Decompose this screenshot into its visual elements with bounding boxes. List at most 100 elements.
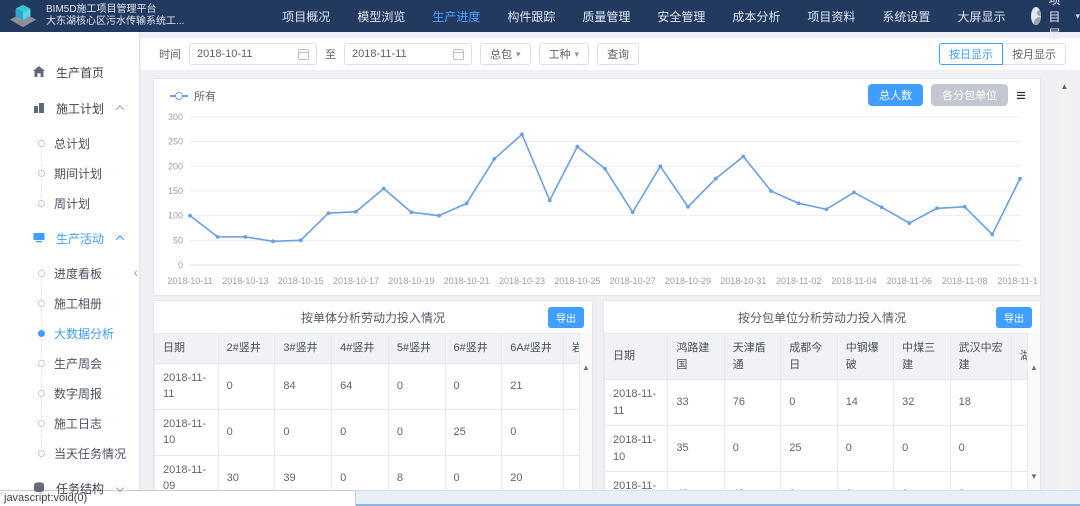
y-tick-label: 50 — [173, 235, 183, 245]
table-cell: 84 — [274, 362, 333, 410]
scroll-up-icon[interactable]: ▲ — [1028, 333, 1040, 372]
chevron-down-icon: ▾ — [1075, 10, 1080, 21]
table-cell: 0 — [949, 425, 1012, 472]
nav-item-生产进度[interactable]: 生产进度 — [432, 8, 480, 25]
data-point — [879, 205, 884, 210]
sidebar-subitem-施工日志[interactable]: 施工日志 — [0, 408, 139, 438]
nav-item-大屏显示[interactable]: 大屏显示 — [957, 8, 1005, 25]
sidebar-item-label: 施工计划 — [56, 101, 105, 116]
nav-item-项目概况[interactable]: 项目概况 — [282, 8, 330, 25]
column-header: 中煤三建 — [893, 333, 951, 380]
per-subcontractor-table-card: 按分包单位分析劳动力投入情况 导出 日期 鸿路建国 天津盾通 成都今日 中钢爆破 中煤三建… — [603, 300, 1041, 496]
data-point — [713, 176, 718, 181]
data-point — [188, 213, 192, 218]
sidebar-subitem-进度看板[interactable]: 进度看板 — [0, 258, 139, 288]
x-tick-label: 2018-10-15 — [278, 276, 324, 286]
sidebar-subitem-施工相册[interactable]: 施工相册 — [0, 288, 139, 318]
table-row: 2018-11-11 0 84 64 0 0 21 — [154, 362, 592, 410]
table-header-row: 日期 2#竖井 3#竖井 4#竖井 5#竖井 6#竖井 6A#竖井岩 — [154, 333, 592, 364]
x-tick-label: 2018-11-04 — [831, 276, 876, 286]
chevron-up-icon — [115, 235, 125, 244]
sidebar-subitem-生产周会[interactable]: 生产周会 — [0, 348, 139, 378]
sidebar-subitem-总计划[interactable]: 总计划 — [0, 128, 139, 158]
data-point — [298, 238, 303, 243]
by-day-button[interactable]: 按日显示 — [939, 43, 1003, 65]
x-tick-label: 2018-10-27 — [610, 276, 656, 286]
x-tick-label: 2018-10-29 — [665, 276, 711, 286]
nav-item-项目资料[interactable]: 项目资料 — [807, 8, 855, 25]
user-menu[interactable]: 项目层 ▾ — [1031, 0, 1080, 42]
nav-item-构件跟踪[interactable]: 构件跟踪 — [507, 8, 555, 25]
nav-item-质量管理[interactable]: 质量管理 — [582, 8, 630, 25]
column-header: 4#竖井 — [331, 333, 389, 364]
chart-menu-icon[interactable]: ≡ — [1016, 87, 1026, 104]
nav-item-系统设置[interactable]: 系统设置 — [882, 8, 930, 25]
general-contractor-dropdown[interactable]: 总包 ▾ — [480, 43, 531, 65]
legend-item-all[interactable]: 所有 — [170, 88, 216, 104]
x-tick-label: 2018-11-10 — [997, 276, 1038, 286]
user-menu-label: 项目层 — [1048, 0, 1061, 41]
chevron-down-icon: ▾ — [516, 48, 521, 59]
sidebar-subitem-大数据分析[interactable]: 大数据分析 — [0, 318, 139, 348]
sidebar-item-施工计划[interactable]: 施工计划 — [0, 90, 139, 126]
scroll-down-icon[interactable]: ▼ — [1028, 472, 1040, 481]
total-people-button[interactable]: 总人数 — [868, 84, 924, 106]
by-month-button[interactable]: 按月显示 — [1002, 43, 1066, 65]
data-point — [658, 164, 663, 169]
labor-line-chart: 0 50 100 150 200 250 300 2018-10-11 2018-10-13 20… — [167, 112, 1042, 286]
y-tick-label: 300 — [168, 112, 183, 122]
scroll-up-icon[interactable]: ▲ — [580, 333, 592, 372]
table-cell: 0 — [893, 425, 951, 472]
work-type-dropdown[interactable]: 工种 ▾ — [538, 43, 590, 65]
to-label: 至 — [325, 49, 336, 61]
scroll-up-icon[interactable]: ▲ — [1058, 78, 1071, 91]
table-cell: 76 — [723, 379, 782, 426]
table-cell: 0 — [331, 408, 389, 456]
legend-label: 所有 — [194, 91, 216, 103]
table-cell: 2018-11-11 — [154, 362, 219, 410]
main-nav: 项目概况 模型浏览 生产进度 构件跟踪 质量管理 安全管理 成本分析 项目资料 系统设置 大屏显示 — [282, 8, 1005, 25]
column-header: 3#竖井 — [274, 333, 333, 364]
x-tick-label: 2018-10-23 — [499, 276, 545, 286]
table-cell: 2018-11-10 — [154, 408, 219, 456]
sidebar-item-任务结构[interactable]: 任务结构 — [0, 470, 139, 506]
nav-item-成本分析[interactable]: 成本分析 — [732, 8, 780, 25]
subcontractor-units-button[interactable]: 各分包单位 — [931, 84, 1009, 106]
sidebar-item-生产首页[interactable]: 生产首页 — [0, 54, 139, 90]
page-scrollbar[interactable]: ▲ — [1058, 78, 1071, 490]
table-cell: 0 — [387, 362, 446, 410]
data-point — [271, 239, 275, 244]
sidebar-subitem-当天任务情况[interactable]: 当天任务情况 — [0, 438, 139, 468]
date-from-input[interactable]: 2018-10-11 — [189, 43, 317, 65]
left-export-button[interactable]: 导出 — [548, 307, 584, 328]
left-table-scrollbar[interactable]: ▲ — [579, 333, 592, 495]
sidebar-item-label: 生产首页 — [56, 65, 105, 80]
plan-icon — [32, 101, 46, 115]
nav-item-模型浏览[interactable]: 模型浏览 — [357, 8, 405, 25]
table-cell: 25 — [780, 425, 838, 472]
date-to-input[interactable]: 2018-11-11 — [344, 43, 472, 65]
data-point — [409, 210, 414, 215]
project-subtitle: 大东湖核心区污水传输系统工... — [46, 16, 185, 27]
data-point — [796, 201, 801, 206]
x-tick-label: 2018-10-21 — [444, 276, 490, 286]
table-cell: 0 — [217, 408, 276, 456]
sidebar-subitem-期间计划[interactable]: 期间计划 — [0, 158, 139, 188]
column-header: 6A#竖井 — [501, 333, 564, 364]
table-row: 2018-11-10 35 0 25 0 0 0 — [604, 425, 1040, 472]
nav-item-安全管理[interactable]: 安全管理 — [657, 8, 705, 25]
sidebar-item-label: 生产活动 — [56, 231, 105, 246]
right-export-button[interactable]: 导出 — [996, 307, 1032, 328]
right-table-title: 按分包单位分析劳动力投入情况 — [737, 310, 906, 325]
chevron-down-icon — [115, 483, 125, 493]
sidebar-collapse-handle[interactable]: ‹ — [133, 264, 138, 280]
sidebar-item-生产活动[interactable]: 生产活动 — [0, 220, 139, 256]
column-header: 中钢爆破 — [836, 333, 895, 380]
sidebar-subitem-数字周报[interactable]: 数字周报 — [0, 378, 139, 408]
left-table-title: 按单体分析劳动力投入情况 — [300, 310, 445, 325]
sidebar-subitem-周计划[interactable]: 周计划 — [0, 188, 139, 218]
search-button[interactable]: 查询 — [597, 43, 640, 65]
chevron-down-icon: ▾ — [574, 48, 580, 59]
x-tick-label: 2018-10-11 — [167, 276, 212, 286]
right-table-scrollbar[interactable]: ▲ ▼ — [1027, 333, 1040, 495]
